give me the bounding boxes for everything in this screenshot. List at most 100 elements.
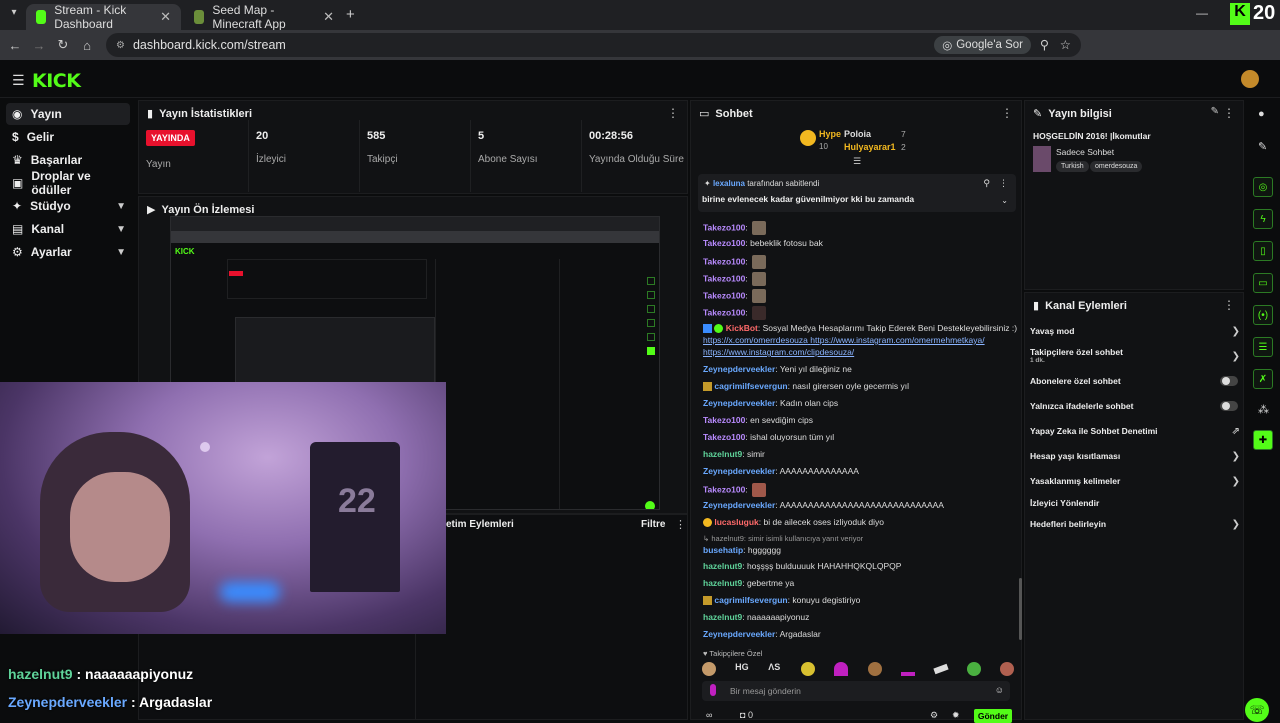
forward-icon[interactable]: → [27, 38, 51, 53]
unpin-icon[interactable]: ⚲ [983, 178, 990, 189]
toggle-switch[interactable] [1220, 376, 1238, 386]
rail-button-chat[interactable]: ▭ [1253, 273, 1273, 293]
help-chat-icon[interactable]: ☏ [1245, 698, 1269, 722]
close-tab-icon[interactable]: ✕ [160, 9, 171, 25]
chat-username[interactable]: KickBot [726, 323, 758, 333]
sidebar-item-basarilar[interactable]: ♛ Başarılar [6, 149, 130, 171]
channel-action-account-age[interactable]: Hesap yaşı kısıtlaması ❯ [1030, 451, 1240, 462]
rail-button-broadcast[interactable]: (•) [1253, 305, 1273, 325]
more-options-icon[interactable]: ⋮ [1223, 106, 1235, 120]
chat-username[interactable]: busehatip [703, 545, 743, 555]
chevron-down-icon[interactable]: ⌄ [1001, 196, 1008, 205]
chat-username[interactable]: Zeynepderveekler [703, 364, 775, 374]
filter-button[interactable]: Filtre [641, 519, 665, 530]
user-avatar[interactable] [1241, 70, 1259, 88]
chat-link[interactable]: https://www.instagram.com/clipdesouza/ [703, 347, 854, 357]
tab-search-icon[interactable]: ▾ [6, 7, 22, 23]
more-options-icon[interactable]: ⋮ [1001, 106, 1013, 120]
link-icon[interactable]: ∞ [706, 710, 712, 720]
ask-google-button[interactable]: ◎ Google'a Sor [934, 36, 1031, 54]
emote-icon[interactable]: ΛS [768, 662, 782, 676]
reload-icon[interactable]: ↻ [51, 37, 75, 53]
channel-action-subscriber-chat[interactable]: Abonelere özel sohbet [1030, 376, 1240, 386]
new-tab-button[interactable]: + [346, 6, 355, 23]
chat-link[interactable]: https://www.instagram.com/omermehmetkaya… [810, 335, 984, 345]
gear-icon[interactable]: ✹ [952, 710, 960, 721]
more-options-icon[interactable]: ⋮ [1223, 298, 1235, 312]
hamburger-menu-icon[interactable]: ☰ [12, 72, 25, 89]
chat-username[interactable]: Takezo100 [703, 273, 745, 283]
channel-action-goals[interactable]: Hedefleri belirleyin ❯ [1030, 519, 1240, 530]
sidebar-item-kanal[interactable]: ▤ Kanal ▼ [6, 218, 130, 240]
emote-icon[interactable] [900, 672, 915, 676]
chat-username[interactable]: hazelnut9 [703, 578, 742, 588]
more-options-icon[interactable]: ⋮ [675, 518, 686, 531]
bookmark-star-icon[interactable]: ☆ [1060, 37, 1071, 52]
chat-username[interactable]: lucasluguk [714, 517, 758, 527]
chat-username[interactable]: Zeynepderveekler [703, 398, 775, 408]
emote-icon[interactable] [933, 663, 949, 675]
sidebar-item-studyo[interactable]: ✦ Stüdyo ▼ [6, 195, 130, 217]
channel-action-ai-moderation[interactable]: Yapay Zeka ile Sohbet Denetimi ⇗ [1030, 426, 1240, 437]
chat-scrollbar[interactable] [1019, 578, 1022, 640]
rail-button-tools[interactable]: ✗ [1253, 369, 1273, 389]
rail-button-list[interactable]: ☰ [1253, 337, 1273, 357]
chat-username[interactable]: Takezo100 [703, 484, 745, 494]
chat-username[interactable]: hazelnut9 [703, 561, 742, 571]
send-button[interactable]: Gönder [974, 709, 1012, 723]
chat-username[interactable]: Takezo100 [703, 222, 745, 232]
rail-button-add[interactable]: ✚ [1253, 430, 1273, 450]
sidebar-item-ayarlar[interactable]: ⚙ Ayarlar ▼ [6, 241, 130, 263]
site-info-icon[interactable]: ⚙ [116, 40, 125, 51]
chat-username[interactable]: cagrimilfsevergun [714, 595, 787, 605]
chat-username[interactable]: Takezo100 [703, 256, 745, 266]
more-options-icon[interactable]: ⋮ [999, 178, 1008, 189]
chat-username[interactable]: Takezo100 [703, 307, 745, 317]
chat-username[interactable]: Zeynepderveekler [703, 466, 775, 476]
rail-button-clip[interactable]: ◎ [1253, 177, 1273, 197]
url-field[interactable]: ⚙ dashboard.kick.com/stream ◎ Google'a S… [106, 33, 1081, 57]
sidebar-item-droplar[interactable]: ▣ Droplar ve ödüller [6, 169, 130, 197]
more-options-icon[interactable]: ⋮ [667, 106, 679, 120]
emote-icon[interactable] [867, 662, 882, 676]
pencil-icon[interactable]: ✎ [1258, 140, 1267, 153]
share-icon[interactable]: ⁂ [1258, 403, 1269, 416]
zoom-icon[interactable]: ⚲ [1040, 37, 1049, 52]
back-icon[interactable]: ← [3, 38, 27, 53]
emote-icon[interactable] [801, 662, 816, 676]
channel-action-emote-chat[interactable]: Yalnızca ifadelerle sohbet [1030, 401, 1240, 411]
edit-icon[interactable]: ✎ [1211, 106, 1219, 117]
close-tab-icon[interactable]: ✕ [323, 9, 334, 25]
chat-link[interactable]: https://x.com/omerrdesouza [703, 335, 808, 345]
home-icon[interactable]: ⌂ [75, 38, 99, 53]
chat-username[interactable]: hazelnut9 [703, 449, 742, 459]
emote-icon[interactable] [834, 662, 849, 676]
minimize-icon[interactable]: — [1196, 6, 1208, 20]
chat-username[interactable]: Zeynepderveekler [703, 629, 775, 639]
emote-icon[interactable] [702, 662, 716, 676]
chat-username[interactable]: Takezo100 [703, 432, 745, 442]
emoji-icon[interactable]: ☺ [995, 685, 1004, 695]
rail-button-doc[interactable]: ▯ [1253, 241, 1273, 261]
emote-icon[interactable] [966, 662, 981, 676]
chat-username[interactable]: hazelnut9 [703, 612, 742, 622]
chat-username[interactable]: cagrimilfsevergun [714, 381, 787, 391]
chat-username[interactable]: Takezo100 [703, 238, 745, 248]
rail-button-flash[interactable]: ϟ [1253, 209, 1273, 229]
filter-icon[interactable]: ☰ [853, 156, 861, 167]
tag-chip[interactable]: Turkish [1056, 161, 1089, 172]
emote-icon[interactable]: HG [735, 662, 749, 676]
sidebar-item-yayin[interactable]: ◉ Yayın [6, 103, 130, 125]
chat-username[interactable]: Takezo100 [703, 415, 745, 425]
chat-username[interactable]: Takezo100 [703, 290, 745, 300]
channel-action-banned-words[interactable]: Yasaklanmış kelimeler ❯ [1030, 476, 1240, 487]
microphone-icon[interactable] [710, 684, 716, 696]
chat-username[interactable]: Zeynepderveekler [703, 500, 775, 510]
info-icon[interactable]: ● [1258, 108, 1265, 120]
sidebar-item-gelir[interactable]: $ Gelir [6, 126, 130, 148]
settings-icon[interactable]: ⚙ [930, 710, 938, 721]
channel-action-host[interactable]: İzleyici Yönlendir [1030, 498, 1240, 508]
channel-action-followers-chat[interactable]: Takipçilere özel sohbet ❯ 1 dk. [1030, 347, 1240, 364]
tab-stream-dashboard[interactable]: Stream - Kick Dashboard ✕ [26, 3, 181, 31]
kick-logo[interactable]: KICK [32, 70, 81, 92]
